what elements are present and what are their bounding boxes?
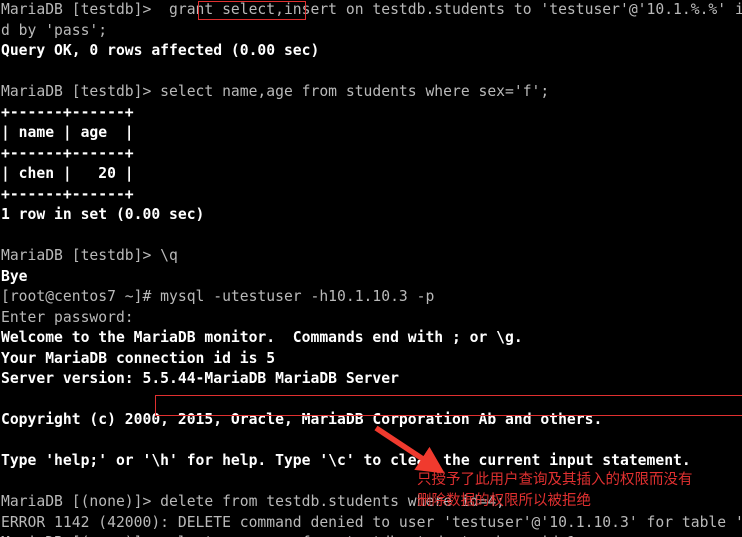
terminal-line: +------+------+	[1, 185, 134, 203]
terminal-line: Enter password:	[1, 308, 134, 326]
terminal-line: | chen | 20 |	[1, 165, 134, 182]
terminal-line: 1 row in set (0.00 sec)	[1, 206, 205, 223]
terminal-window[interactable]: MariaDB [testdb]> grant select,insert on…	[0, 0, 742, 537]
terminal-line: Copyright (c) 2000, 2015, Oracle, MariaD…	[1, 411, 603, 428]
terminal-line: MariaDB [testdb]> select name,age from s…	[1, 83, 550, 100]
terminal-line: Bye	[1, 267, 28, 285]
terminal-line: Type 'help;' or '\h' for help. Type '\c'…	[1, 452, 691, 469]
terminal-line: MariaDB [testdb]> \q	[1, 247, 178, 264]
terminal-line: MariaDB [(none)]> select name,age from t…	[0, 533, 742, 537]
terminal-line: Server version: 5.5.44-MariaDB MariaDB S…	[1, 370, 399, 387]
terminal-line: [root@centos7 ~]# mysql -utestuser -h10.…	[1, 288, 435, 305]
terminal-line: Your MariaDB connection id is 5	[1, 349, 276, 367]
terminal-line: +------+------+	[1, 144, 134, 162]
terminal-line: ERROR 1142 (42000): DELETE command denie…	[1, 513, 742, 531]
terminal-line: +------+------+	[1, 103, 134, 121]
terminal-line: | name | age |	[1, 124, 134, 141]
terminal-line: Query OK, 0 rows affected (0.00 sec)	[1, 42, 320, 59]
terminal-line: d by 'pass';	[1, 21, 108, 39]
terminal-line: MariaDB [testdb]> grant select,insert on…	[1, 1, 742, 18]
terminal-output-area[interactable]: MariaDB [testdb]> grant select,insert on…	[0, 0, 742, 537]
terminal-line: Welcome to the MariaDB monitor. Commands…	[1, 329, 523, 346]
terminal-line: MariaDB [(none)]> delete from testdb.stu…	[1, 493, 506, 510]
